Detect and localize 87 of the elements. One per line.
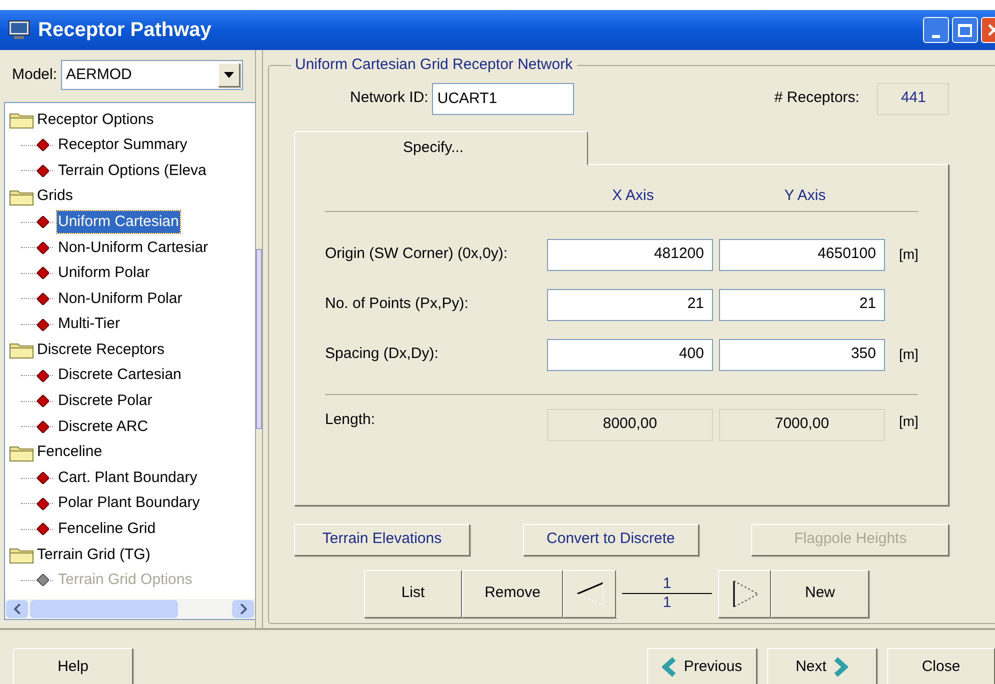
row-label: Length:	[325, 410, 376, 430]
value-field[interactable]: 21	[547, 288, 713, 320]
folder-icon	[9, 546, 35, 564]
diamond-icon	[37, 242, 49, 254]
diamond-icon	[37, 318, 49, 331]
close-dialog-button[interactable]: Close	[887, 648, 995, 684]
previous-record-button[interactable]	[563, 570, 616, 618]
receptors-count: 441	[877, 82, 950, 114]
tree-item[interactable]: Multi-Tier	[57, 313, 121, 336]
diamond-icon	[37, 523, 49, 536]
diamond-icon	[37, 164, 49, 177]
diamond-icon	[37, 498, 49, 510]
tree-folder[interactable]: Grids	[37, 185, 73, 208]
model-dropdown[interactable]: AERMOD	[61, 60, 243, 90]
tree-item[interactable]: Cart. Plant Boundary	[57, 466, 198, 490]
tree-item[interactable]: Discrete ARC	[57, 416, 150, 438]
splitter[interactable]	[255, 50, 263, 628]
unit-label: [m]	[899, 345, 918, 364]
diamond-icon	[37, 370, 49, 382]
diamond-icon	[37, 574, 49, 586]
chevron-left-icon	[662, 657, 676, 677]
row-label: No. of Points (Px,Py):	[325, 294, 470, 314]
diamond-icon	[37, 292, 49, 305]
remove-button[interactable]: Remove	[462, 570, 563, 618]
row-label: Origin (SW Corner) (0x,0y):	[325, 244, 509, 264]
scroll-left-icon	[14, 604, 20, 614]
tree-item[interactable]: Polar Plant Boundary	[57, 492, 201, 515]
value-field[interactable]: 481200	[547, 238, 713, 270]
tree-folder[interactable]: Terrain Grid (TG)	[37, 544, 150, 566]
value-field[interactable]: 350	[719, 338, 885, 370]
group-title: Uniform Cartesian Grid Receptor Network	[294, 55, 574, 75]
previous-button[interactable]: Previous	[647, 648, 757, 684]
total-records: 1	[662, 594, 672, 612]
column-header: Y Axis	[783, 186, 827, 206]
tree-item[interactable]: Uniform Polar	[57, 262, 151, 285]
network-id-label: Network ID:	[350, 88, 428, 108]
horizontal-scrollbar[interactable]	[5, 599, 255, 619]
action-button[interactable]: Terrain Elevations	[294, 524, 470, 556]
scroll-right-icon	[240, 604, 246, 614]
new-button[interactable]: New	[771, 570, 869, 618]
computed-value: 7000,00	[719, 408, 885, 440]
column-header: X Axis	[611, 186, 655, 206]
tree-item[interactable]: Uniform Cartesian	[57, 210, 180, 234]
folder-icon	[9, 188, 35, 206]
list-button[interactable]: List	[364, 570, 462, 618]
value-field[interactable]: 4650100	[719, 238, 885, 270]
unit-label: [m]	[899, 412, 918, 431]
dropdown-arrow-icon	[224, 72, 234, 78]
minimize-button[interactable]	[923, 17, 949, 43]
tree-item[interactable]: Terrain Options (Eleva	[57, 160, 208, 182]
tree-folder[interactable]: Discrete Receptors	[37, 338, 165, 362]
tree-folder[interactable]: Receptor Options	[37, 108, 154, 132]
network-id-field[interactable]: UCART1	[432, 82, 574, 114]
model-label: Model:	[12, 64, 58, 85]
folder-icon	[9, 341, 35, 360]
diamond-icon	[37, 267, 49, 280]
tree-item[interactable]: Discrete Cartesian	[57, 364, 182, 387]
tree-item[interactable]: Non-Uniform Cartesiar	[57, 236, 210, 260]
diamond-icon	[37, 395, 49, 408]
chevron-right-icon	[834, 657, 848, 677]
value-field[interactable]: 400	[547, 338, 713, 370]
unit-label: [m]	[899, 245, 918, 264]
folder-icon	[9, 444, 35, 462]
diamond-icon	[37, 420, 49, 433]
tree-item[interactable]: Non-Uniform Polar	[57, 288, 184, 310]
diamond-icon	[37, 139, 49, 152]
current-record: 1	[662, 575, 672, 593]
next-button[interactable]: Next	[767, 648, 877, 684]
window-app-icon	[8, 20, 30, 40]
window-title: Receptor Pathway	[38, 18, 212, 43]
tree-item[interactable]: Discrete Polar	[57, 390, 154, 413]
row-label: Spacing (Dx,Dy):	[325, 344, 440, 364]
receptors-label: # Receptors:	[774, 88, 860, 108]
tree-item[interactable]: Fenceline Grid	[57, 518, 157, 541]
action-button[interactable]: Convert to Discrete	[522, 524, 699, 556]
tree-folder[interactable]: Fenceline	[37, 441, 102, 464]
maximize-button[interactable]	[952, 17, 978, 43]
computed-value: 8000,00	[547, 408, 713, 440]
diamond-icon	[37, 216, 49, 228]
help-button[interactable]: Help	[13, 648, 133, 684]
next-record-button[interactable]	[718, 570, 771, 618]
diamond-icon	[37, 472, 49, 484]
tab[interactable]: Specify...	[294, 130, 588, 164]
scrollbar-thumb[interactable]	[30, 600, 178, 618]
folder-icon	[9, 110, 35, 129]
tree-item[interactable]: Receptor Summary	[57, 134, 188, 157]
value-field[interactable]: 21	[719, 288, 885, 320]
